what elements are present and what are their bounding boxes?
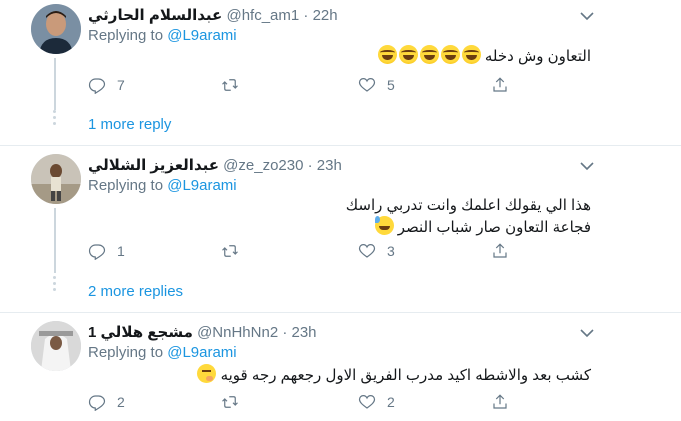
user-handle[interactable]: @hfc_am1 — [226, 7, 299, 24]
heart-icon — [358, 395, 376, 409]
like-button[interactable]: 2 — [358, 393, 395, 411]
chevron-down-icon[interactable] — [580, 158, 594, 174]
tweet-text: التعاون وش دخله — [376, 45, 591, 67]
retweet-button[interactable] — [221, 76, 250, 94]
mention-link[interactable]: @L9arami — [167, 177, 236, 194]
tweet-text-line-2: فجاعة التعاون صار شباب النصر — [373, 216, 591, 238]
thread-dots — [53, 276, 57, 294]
like-count: 2 — [387, 394, 395, 410]
laughing-emoji — [419, 45, 439, 64]
share-icon — [493, 394, 507, 409]
reply-tweet[interactable]: مشجع هلالي 1 @NnHhNn2 · 23h Replying to … — [0, 313, 681, 421]
thread-line — [54, 208, 56, 273]
timestamp[interactable]: 22h — [313, 7, 338, 24]
mention-link[interactable]: @L9arami — [167, 27, 236, 44]
chevron-down-icon[interactable] — [580, 325, 594, 341]
reply-icon — [88, 244, 106, 260]
more-replies-link[interactable]: 1 more reply — [88, 116, 171, 133]
avatar-image — [31, 154, 81, 204]
tweet-actions: 2 2 — [88, 393, 518, 413]
chevron-down-icon[interactable] — [580, 8, 594, 24]
replying-to: Replying to @L9arami — [88, 27, 237, 44]
tweet-header: مشجع هلالي 1 @NnHhNn2 · 23h — [88, 323, 317, 341]
replying-to-label: Replying to — [88, 27, 164, 44]
tweet-text-content: هذا الي يقولك اعلمك وانت تدربي راسك — [345, 197, 591, 214]
tweet-header: عبدالعزيز الشلالي @ze_zo230 · 23h — [88, 156, 342, 174]
tweet-actions: 1 3 — [88, 242, 518, 262]
replying-to-label: Replying to — [88, 177, 164, 194]
avatar-image — [31, 321, 81, 371]
reply-icon — [88, 78, 106, 94]
timestamp[interactable]: 23h — [317, 157, 342, 174]
separator-dot: · — [303, 7, 309, 24]
share-button[interactable] — [491, 393, 509, 411]
retweet-button[interactable] — [221, 242, 250, 260]
reply-count: 7 — [117, 77, 125, 93]
tweet-actions: 7 5 — [88, 76, 518, 96]
reply-tweet[interactable]: عبدالسلام الحارثي @hfc_am1 · 22h Replyin… — [0, 0, 681, 145]
laughing-emoji — [377, 45, 397, 64]
more-replies-link[interactable]: 2 more replies — [88, 283, 183, 300]
thread-dots — [53, 110, 57, 128]
user-handle[interactable]: @NnHhNn2 — [197, 324, 278, 341]
separator-dot: · — [282, 324, 288, 341]
reply-button[interactable]: 7 — [88, 76, 125, 94]
reply-tweet[interactable]: عبدالعزيز الشلالي @ze_zo230 · 23h Replyi… — [0, 146, 681, 312]
tweet-text-line-1: هذا الي يقولك اعلمك وانت تدربي راسك — [346, 196, 591, 216]
avatar[interactable] — [31, 154, 81, 204]
tweet-text-content: فجاعة التعاون صار شباب النصر — [397, 219, 591, 236]
reply-button[interactable]: 2 — [88, 393, 125, 411]
tweet-header: عبدالسلام الحارثي @hfc_am1 · 22h — [88, 6, 338, 24]
reply-button[interactable]: 1 — [88, 242, 125, 260]
reply-count: 1 — [117, 243, 125, 259]
thinking-emoji — [197, 364, 217, 383]
retweet-icon — [222, 79, 238, 91]
sweat-smile-emoji — [374, 216, 394, 235]
like-button[interactable]: 5 — [358, 76, 395, 94]
share-button[interactable] — [491, 76, 509, 94]
timestamp[interactable]: 23h — [292, 324, 317, 341]
share-button[interactable] — [491, 242, 509, 260]
avatar[interactable] — [31, 321, 81, 371]
reply-icon — [88, 395, 106, 411]
laughing-emoji — [440, 45, 460, 64]
heart-icon — [358, 244, 376, 258]
display-name[interactable]: عبدالعزيز الشلالي — [88, 157, 219, 174]
display-name[interactable]: مشجع هلالي 1 — [88, 324, 193, 341]
like-count: 5 — [387, 77, 395, 93]
mention-link[interactable]: @L9arami — [167, 344, 236, 361]
like-count: 3 — [387, 243, 395, 259]
display-name[interactable]: عبدالسلام الحارثي — [88, 7, 222, 24]
retweet-icon — [222, 396, 238, 408]
user-handle[interactable]: @ze_zo230 — [223, 157, 303, 174]
replying-to: Replying to @L9arami — [88, 177, 237, 194]
thread-line — [54, 58, 56, 110]
tweet-text-content: كشب بعد والاشطه اكيد مدرب الفريق الاول ر… — [220, 367, 591, 384]
tweet-text: كشب بعد والاشطه اكيد مدرب الفريق الاول ر… — [195, 364, 591, 386]
heart-icon — [358, 78, 376, 92]
like-button[interactable]: 3 — [358, 242, 395, 260]
share-icon — [493, 243, 507, 258]
reply-count: 2 — [117, 394, 125, 410]
share-icon — [493, 77, 507, 92]
laughing-emoji — [398, 45, 418, 64]
separator-dot: · — [307, 157, 313, 174]
replying-to: Replying to @L9arami — [88, 344, 237, 361]
replying-to-label: Replying to — [88, 344, 164, 361]
retweet-icon — [222, 245, 238, 257]
tweet-text-content: التعاون وش دخله — [484, 48, 591, 65]
retweet-button[interactable] — [221, 393, 250, 411]
laughing-emoji — [461, 45, 481, 64]
avatar[interactable] — [31, 4, 81, 54]
avatar-image — [31, 4, 81, 54]
